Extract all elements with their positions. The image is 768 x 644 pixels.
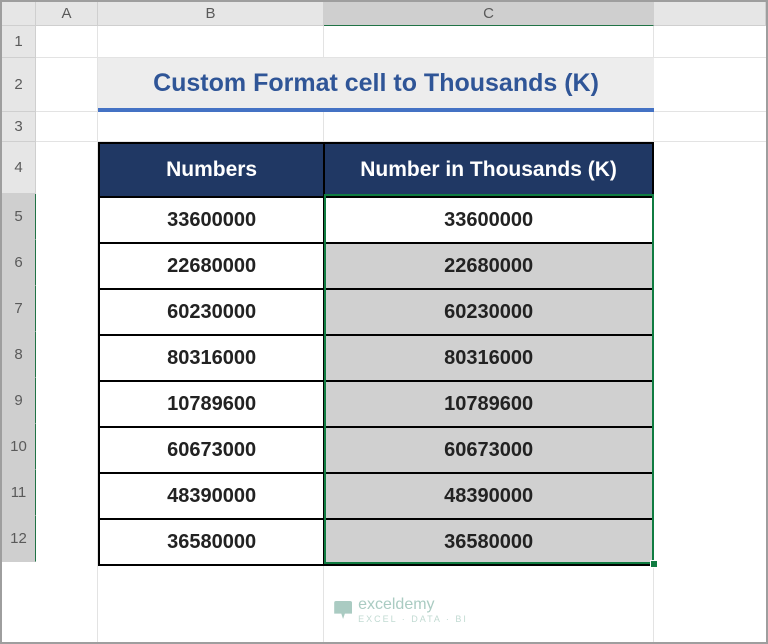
row-header-8[interactable]: 8 xyxy=(2,332,36,378)
cell-c7[interactable]: 60230000 xyxy=(325,290,652,334)
row-header-3[interactable]: 3 xyxy=(2,112,36,142)
table-row: 33600000 33600000 xyxy=(100,196,652,242)
row-header-5[interactable]: 5 xyxy=(2,194,36,240)
row-header-11[interactable]: 11 xyxy=(2,470,36,516)
col-header-a[interactable]: A xyxy=(36,2,98,26)
row-header-9[interactable]: 9 xyxy=(2,378,36,424)
grid-area[interactable]: Custom Format cell to Thousands (K) Numb… xyxy=(36,26,766,642)
col-header-rest[interactable] xyxy=(654,2,766,26)
cell-c8[interactable]: 80316000 xyxy=(325,336,652,380)
watermark: exceldemy EXCEL · DATA · BI xyxy=(334,596,468,624)
select-all-corner[interactable] xyxy=(2,2,36,26)
table-header-row: Numbers Number in Thousands (K) xyxy=(100,144,652,196)
watermark-sub: EXCEL · DATA · BI xyxy=(358,614,468,624)
row-header-4[interactable]: 4 xyxy=(2,142,36,194)
watermark-icon xyxy=(334,601,352,619)
cell-b10[interactable]: 60673000 xyxy=(100,428,325,472)
table-row: 60673000 60673000 xyxy=(100,426,652,472)
cell-c5[interactable]: 33600000 xyxy=(325,198,652,242)
watermark-name: exceldemy xyxy=(358,596,468,614)
row-header-6[interactable]: 6 xyxy=(2,240,36,286)
gridline xyxy=(36,26,98,642)
row-header-1[interactable]: 1 xyxy=(2,26,36,58)
row-header-7[interactable]: 7 xyxy=(2,286,36,332)
col-header-b[interactable]: B xyxy=(98,2,324,26)
cell-b5[interactable]: 33600000 xyxy=(100,198,325,242)
row-header-10[interactable]: 10 xyxy=(2,424,36,470)
watermark-text: exceldemy EXCEL · DATA · BI xyxy=(358,596,468,624)
title-cell[interactable]: Custom Format cell to Thousands (K) xyxy=(98,58,654,112)
row-header-2[interactable]: 2 xyxy=(2,58,36,112)
cell-c11[interactable]: 48390000 xyxy=(325,474,652,518)
column-headers: A B C xyxy=(36,2,766,26)
cell-b9[interactable]: 10789600 xyxy=(100,382,325,426)
table-row: 80316000 80316000 xyxy=(100,334,652,380)
col-header-c[interactable]: C xyxy=(324,2,654,26)
table-row: 10789600 10789600 xyxy=(100,380,652,426)
header-thousands[interactable]: Number in Thousands (K) xyxy=(325,144,652,196)
data-table: Numbers Number in Thousands (K) 33600000… xyxy=(98,142,654,566)
cell-b6[interactable]: 22680000 xyxy=(100,244,325,288)
row-headers: 1 2 3 4 5 6 7 8 9 10 11 12 xyxy=(2,26,36,562)
cell-c12[interactable]: 36580000 xyxy=(325,520,652,564)
row-header-12[interactable]: 12 xyxy=(2,516,36,562)
cell-b11[interactable]: 48390000 xyxy=(100,474,325,518)
table-row: 36580000 36580000 xyxy=(100,518,652,564)
fill-handle[interactable] xyxy=(650,560,658,568)
cell-b7[interactable]: 60230000 xyxy=(100,290,325,334)
header-numbers[interactable]: Numbers xyxy=(100,144,325,196)
spreadsheet: A B C 1 2 3 4 5 6 7 8 9 10 11 12 Custom … xyxy=(0,0,768,644)
cell-b12[interactable]: 36580000 xyxy=(100,520,325,564)
table-row: 48390000 48390000 xyxy=(100,472,652,518)
cell-c10[interactable]: 60673000 xyxy=(325,428,652,472)
cell-c6[interactable]: 22680000 xyxy=(325,244,652,288)
table-row: 60230000 60230000 xyxy=(100,288,652,334)
cell-c9[interactable]: 10789600 xyxy=(325,382,652,426)
cell-b8[interactable]: 80316000 xyxy=(100,336,325,380)
table-row: 22680000 22680000 xyxy=(100,242,652,288)
